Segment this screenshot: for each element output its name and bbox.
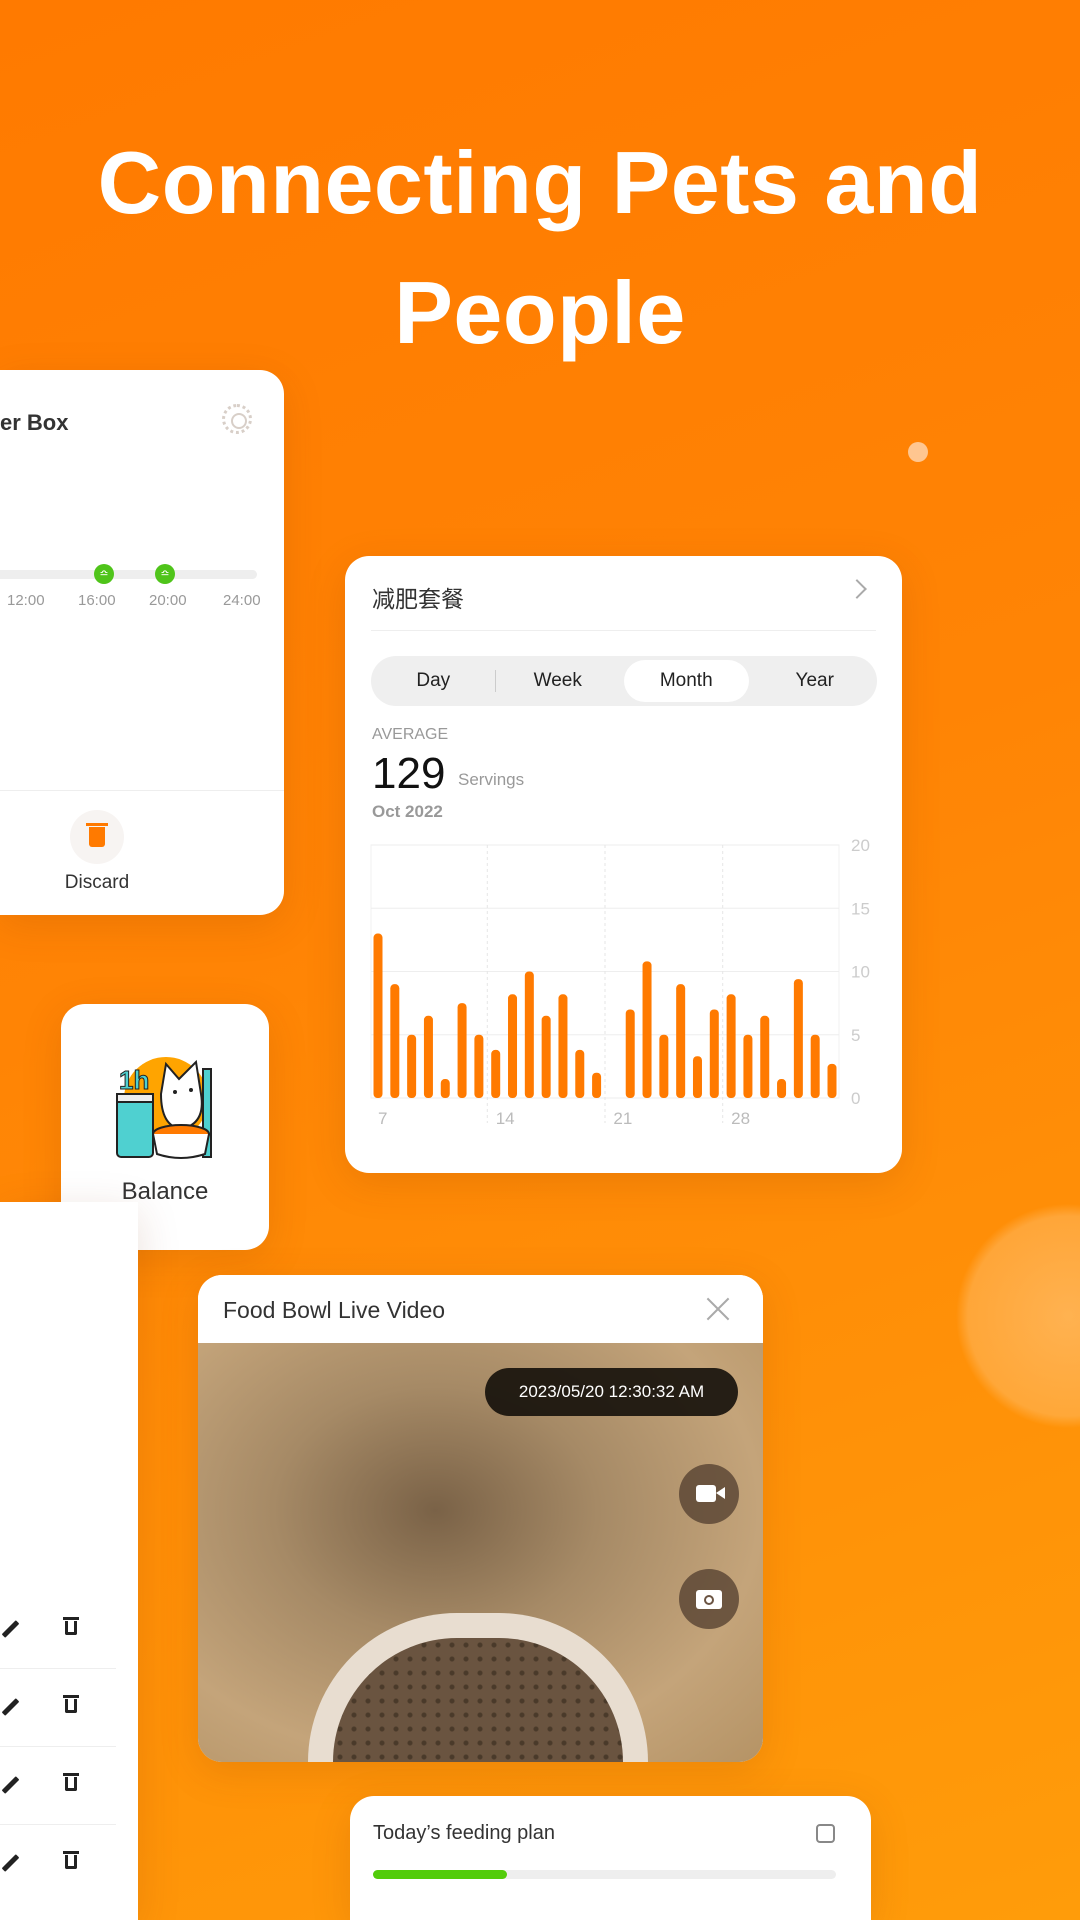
y-tick-label: 5 — [851, 1026, 860, 1045]
feeding-plan-title: Today’s feeding plan — [373, 1822, 555, 1844]
discard-label: Discard — [64, 872, 130, 893]
bar — [407, 1034, 417, 1098]
bar — [524, 971, 534, 1098]
bar — [541, 1015, 551, 1098]
trash-icon[interactable] — [63, 1851, 79, 1869]
bar — [474, 1034, 484, 1098]
x-tick-label: 7 — [378, 1109, 387, 1128]
video-header: Food Bowl Live Video — [198, 1275, 763, 1343]
list-item — [0, 1825, 116, 1903]
x-tick-label: 28 — [731, 1109, 750, 1128]
bar — [777, 1079, 787, 1098]
y-tick-label: 10 — [851, 963, 870, 982]
bar — [810, 1034, 820, 1098]
bar — [625, 1009, 635, 1098]
feeding-plan-card: Today’s feeding plan — [350, 1796, 871, 1920]
litter-box-card: er Box ≏ ≏ 12:00 16:00 20:00 24:00 Disca… — [0, 370, 284, 915]
discard-button[interactable] — [70, 810, 124, 864]
live-video-card: Food Bowl Live Video 2023/05/20 12:30:32… — [198, 1275, 763, 1762]
timeline-label: 12:00 — [7, 592, 45, 609]
bar — [676, 984, 686, 1098]
video-title: Food Bowl Live Video — [223, 1297, 446, 1323]
bar — [793, 979, 803, 1098]
bar — [592, 1072, 602, 1098]
bar — [726, 994, 736, 1098]
stats-card: 减肥套餐 Day Week Month Year AVERAGE 129 Ser… — [345, 556, 902, 1173]
trash-icon — [86, 823, 108, 847]
y-tick-label: 0 — [851, 1089, 860, 1108]
headline-line-2: People — [394, 263, 686, 362]
list-item — [0, 1747, 116, 1825]
gear-icon[interactable] — [222, 404, 252, 434]
card-title: er Box — [0, 410, 69, 435]
bar — [743, 1034, 753, 1098]
plan-list-card — [0, 1202, 138, 1920]
edit-icon[interactable] — [1, 1854, 20, 1872]
divider — [0, 790, 284, 791]
bar — [575, 1049, 585, 1098]
live-video-feed[interactable]: 2023/05/20 12:30:32 AM — [198, 1343, 763, 1762]
close-icon[interactable] — [706, 1297, 730, 1321]
bar — [440, 1079, 450, 1098]
servings-bar-chart: 0 5 10 15 20 7 14 21 28 — [370, 836, 870, 1128]
edit-icon[interactable] — [1, 1776, 20, 1794]
timeline-label: 20:00 — [149, 592, 187, 609]
timeline-track — [0, 570, 257, 579]
video-timestamp: 2023/05/20 12:30:32 AM — [485, 1368, 738, 1416]
trash-icon[interactable] — [63, 1695, 79, 1713]
video-camera-icon — [696, 1485, 725, 1502]
feeding-progress-fill — [373, 1870, 508, 1879]
trash-icon[interactable] — [63, 1617, 79, 1635]
headline: Connecting Pets and People — [0, 118, 1080, 378]
bar — [491, 1049, 501, 1098]
timeline-label: 24:00 — [223, 592, 261, 609]
edit-icon[interactable] — [816, 1824, 835, 1843]
bar — [423, 1015, 433, 1098]
bar — [642, 961, 652, 1098]
bar — [827, 1063, 837, 1098]
record-video-button[interactable] — [679, 1464, 739, 1524]
bar — [760, 1015, 770, 1098]
svg-text:1h: 1h — [119, 1065, 149, 1095]
x-tick-label: 21 — [613, 1109, 632, 1128]
feeding-progress-bar — [373, 1870, 836, 1879]
bar — [457, 1003, 467, 1098]
bar — [692, 1056, 702, 1098]
headline-line-1: Connecting Pets and — [97, 133, 983, 232]
decorative-dot — [908, 442, 928, 462]
bar — [508, 994, 518, 1098]
snapshot-button[interactable] — [679, 1569, 739, 1629]
bar — [709, 1009, 719, 1098]
litter-event-icon[interactable]: ≏ — [155, 564, 175, 584]
bar — [373, 933, 383, 1098]
bar — [558, 994, 568, 1098]
edit-icon[interactable] — [1, 1620, 20, 1638]
edit-icon[interactable] — [1, 1698, 20, 1716]
camera-icon — [696, 1590, 722, 1609]
timeline-label: 16:00 — [78, 592, 116, 609]
list-item — [0, 1669, 116, 1747]
y-tick-label: 15 — [851, 899, 870, 918]
litter-event-icon[interactable]: ≏ — [94, 564, 114, 584]
x-tick-label: 14 — [496, 1109, 515, 1128]
cat-balance-illustration: 1h — [116, 1057, 212, 1159]
list-item — [0, 1591, 116, 1669]
bar — [390, 984, 400, 1098]
bar — [659, 1034, 669, 1098]
y-tick-label: 20 — [851, 836, 870, 855]
trash-icon[interactable] — [63, 1773, 79, 1791]
